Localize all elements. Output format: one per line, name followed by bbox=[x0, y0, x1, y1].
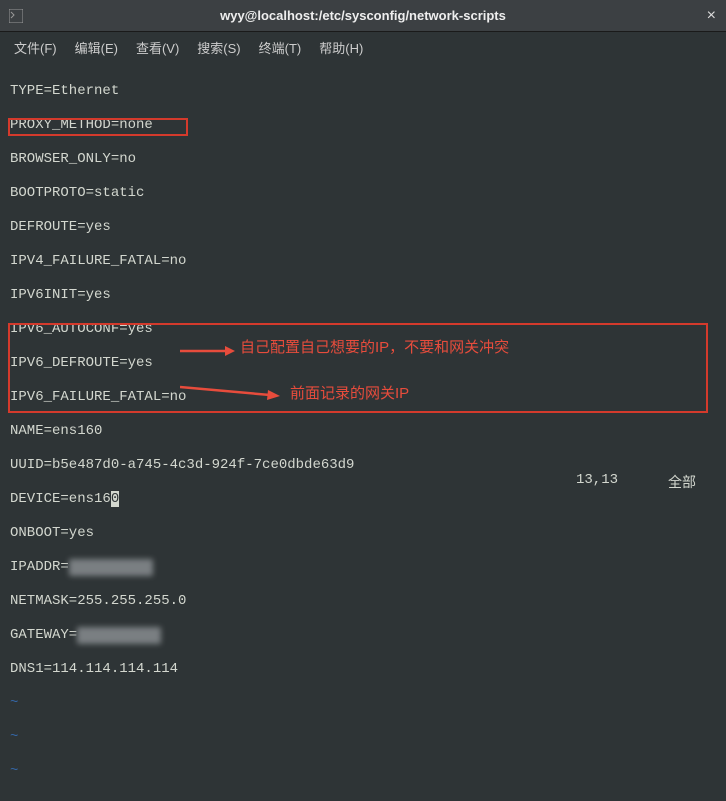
menu-bar: 文件(F) 编辑(E) 查看(V) 搜索(S) 终端(T) 帮助(H) bbox=[0, 32, 726, 62]
cursor: 0 bbox=[111, 491, 119, 507]
menu-help[interactable]: 帮助(H) bbox=[313, 34, 369, 61]
menu-edit[interactable]: 编辑(E) bbox=[69, 34, 124, 61]
config-line: IPV6INIT=yes bbox=[10, 287, 716, 304]
config-line: NETMASK=255.255.255.0 bbox=[10, 593, 716, 610]
menu-search[interactable]: 搜索(S) bbox=[191, 34, 246, 61]
config-line: IPV6_DEFROUTE=yes bbox=[10, 355, 716, 372]
config-line: ONBOOT=yes bbox=[10, 525, 716, 542]
config-line: NAME=ens160 bbox=[10, 423, 716, 440]
close-icon[interactable]: × bbox=[707, 7, 716, 25]
config-line: IPV6_AUTOCONF=yes bbox=[10, 321, 716, 338]
terminal-content[interactable]: TYPE=Ethernet PROXY_METHOD=none BROWSER_… bbox=[0, 62, 726, 801]
redacted-ip: XXXXXXXXXX bbox=[69, 559, 153, 576]
config-line-ipaddr: IPADDR=XXXXXXXXXX bbox=[10, 559, 716, 576]
config-line: IPV6_FAILURE_FATAL=no bbox=[10, 389, 716, 406]
config-line: IPV4_FAILURE_FATAL=no bbox=[10, 253, 716, 270]
config-line-bootproto: BOOTPROTO=static bbox=[10, 185, 716, 202]
terminal-icon bbox=[8, 8, 24, 24]
config-line-gateway: GATEWAY=XXXXXXXXXX bbox=[10, 627, 716, 644]
config-line: TYPE=Ethernet bbox=[10, 83, 716, 100]
vim-tilde: ~ bbox=[10, 763, 716, 780]
vim-tilde: ~ bbox=[10, 695, 716, 712]
menu-terminal[interactable]: 终端(T) bbox=[253, 34, 308, 61]
config-line: PROXY_METHOD=none bbox=[10, 117, 716, 134]
config-line: BROWSER_ONLY=no bbox=[10, 151, 716, 168]
cursor-position: 13,13 bbox=[576, 472, 618, 492]
vim-tilde: ~ bbox=[10, 729, 716, 746]
menu-view[interactable]: 查看(V) bbox=[130, 34, 185, 61]
scroll-indicator: 全部 bbox=[668, 472, 696, 492]
config-line: DNS1=114.114.114.114 bbox=[10, 661, 716, 678]
config-line: DEFROUTE=yes bbox=[10, 219, 716, 236]
menu-file[interactable]: 文件(F) bbox=[8, 34, 63, 61]
redacted-gateway: XXXXXXXXXX bbox=[77, 627, 161, 644]
vim-statusbar: 13,13 全部 bbox=[0, 472, 726, 492]
window-titlebar: wyy@localhost:/etc/sysconfig/network-scr… bbox=[0, 0, 726, 32]
window-title: wyy@localhost:/etc/sysconfig/network-scr… bbox=[220, 8, 506, 23]
